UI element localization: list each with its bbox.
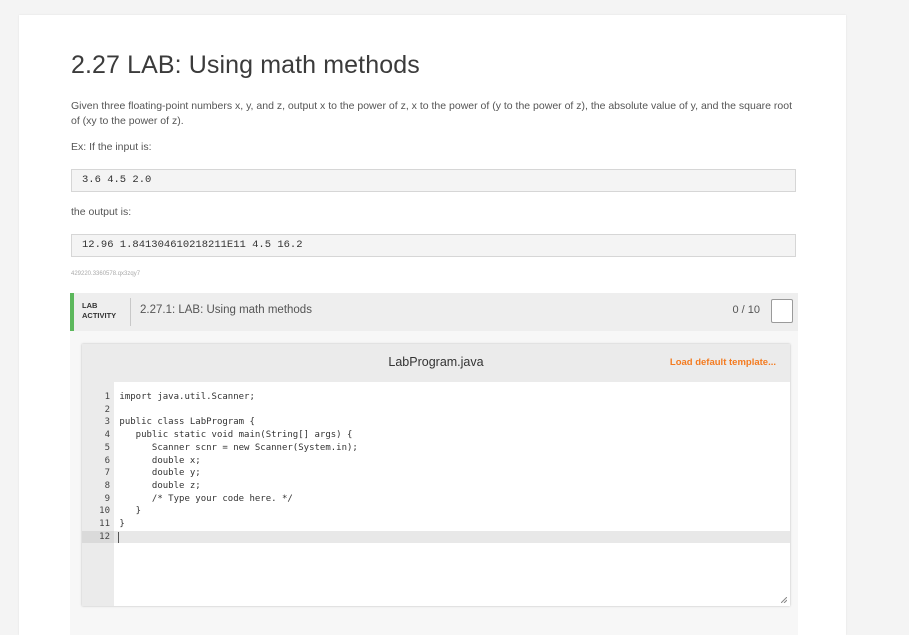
- line-number: 3: [104, 417, 110, 428]
- line-number: 10: [99, 506, 110, 517]
- line-number: 12: [82, 530, 114, 544]
- output-intro: the output is:: [71, 206, 132, 218]
- tracking-id: 429220.3360578.qx3zqy7: [71, 271, 141, 277]
- line-number-gutter: 1 2 3 4 5 6 7 8 9 10 11 12: [82, 382, 114, 606]
- lab-tag-line2: ACTIVITY: [82, 311, 117, 320]
- line-number: 9: [104, 493, 110, 504]
- problem-description: Given three floating-point numbers x, y,…: [71, 100, 793, 127]
- sample-input-box: 3.6 4.5 2.0: [71, 169, 796, 192]
- code-line[interactable]: }: [114, 518, 790, 531]
- code-line[interactable]: double y;: [114, 467, 790, 480]
- text-cursor: [118, 531, 119, 543]
- code-line[interactable]: public static void main(String[] args) {: [114, 429, 790, 442]
- code-line[interactable]: import java.util.Scanner;: [114, 391, 790, 404]
- lab-tag-line1: LAB: [82, 301, 98, 310]
- file-bar: LabProgram.java Load default template...: [82, 344, 790, 382]
- line-number: 6: [104, 455, 110, 466]
- code-line[interactable]: double x;: [114, 455, 790, 468]
- example-intro: Ex: If the input is:: [71, 141, 152, 153]
- code-line[interactable]: [114, 404, 790, 417]
- lab-activity-tag: LAB ACTIVITY: [82, 301, 116, 321]
- resize-grip-icon[interactable]: [781, 597, 787, 603]
- line-number: 11: [99, 519, 110, 529]
- code-editor: LabProgram.java Load default template...…: [82, 344, 790, 606]
- page-title: 2.27 LAB: Using math methods: [71, 51, 420, 79]
- code-line[interactable]: double z;: [114, 480, 790, 493]
- completion-checkbox-icon: [771, 299, 793, 323]
- code-line[interactable]: [114, 530, 790, 544]
- code-line[interactable]: public class LabProgram {: [114, 416, 790, 429]
- code-line[interactable]: /* Type your code here. */: [114, 493, 790, 506]
- lab-activity-name: 2.27.1: LAB: Using math methods: [140, 304, 312, 316]
- lab-activity-header: LAB ACTIVITY 2.27.1: LAB: Using math met…: [70, 293, 798, 331]
- code-line[interactable]: }: [114, 505, 790, 518]
- header-divider: [130, 298, 131, 326]
- lab-body: LabProgram.java Load default template...…: [70, 331, 798, 635]
- line-number: 4: [104, 430, 110, 441]
- load-default-template-button[interactable]: Load default template...: [670, 357, 776, 368]
- line-number: 2: [104, 404, 110, 415]
- score-text: 0 / 10: [732, 304, 760, 316]
- code-text-area[interactable]: import java.util.Scanner; public class L…: [114, 382, 790, 606]
- sample-output-box: 12.96 1.841304610218211E11 4.5 16.2: [71, 234, 796, 257]
- line-number: 1: [104, 392, 110, 402]
- line-number: 7: [104, 468, 110, 479]
- lab-card: 2.27 LAB: Using math methods Given three…: [19, 15, 846, 635]
- code-line[interactable]: Scanner scnr = new Scanner(System.in);: [114, 442, 790, 455]
- line-number: 5: [104, 442, 110, 453]
- line-number: 8: [104, 480, 110, 491]
